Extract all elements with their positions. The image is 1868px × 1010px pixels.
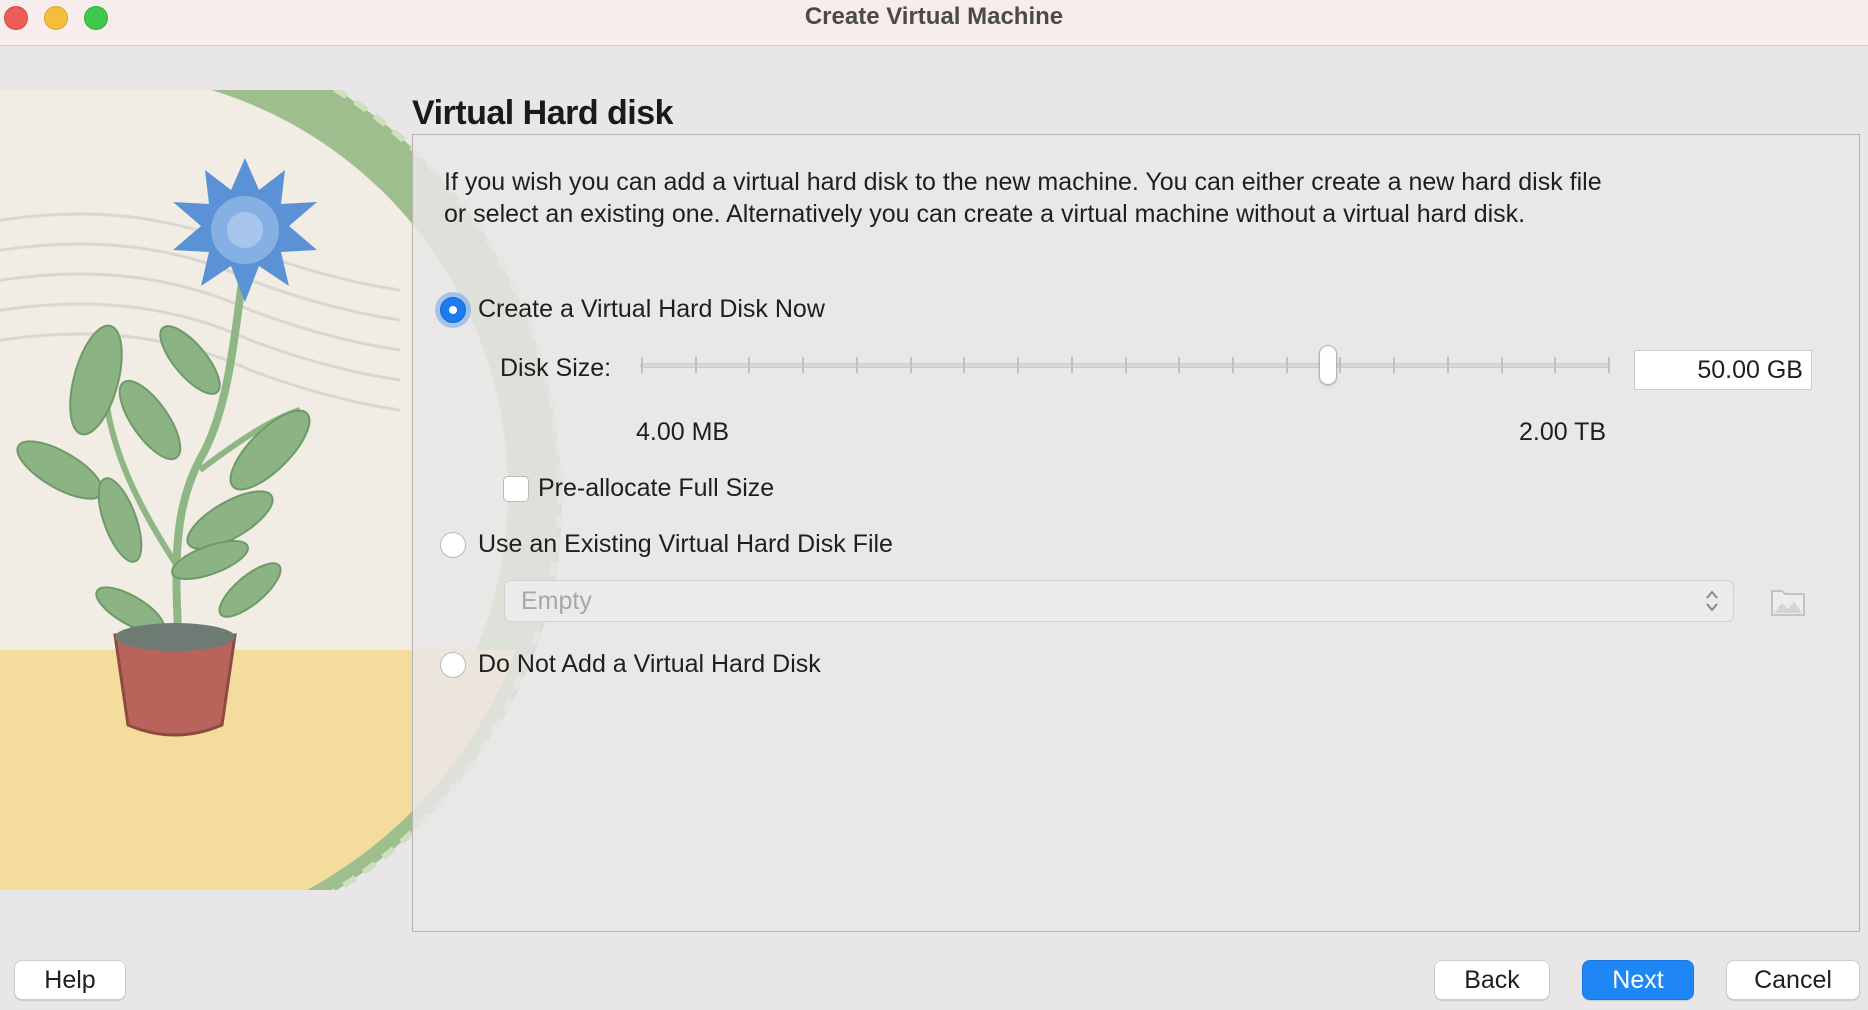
title-bar: Create Virtual Machine: [0, 0, 1868, 46]
slider-tick: [909, 357, 912, 373]
disk-size-max-label: 2.00 TB: [1519, 418, 1607, 446]
create-now-label[interactable]: Create a Virtual Hard Disk Now: [478, 295, 825, 324]
folder-icon[interactable]: [1770, 585, 1806, 617]
slider-tick: [1070, 357, 1073, 373]
disk-size-min-label: 4.00 MB: [636, 418, 730, 446]
cancel-button[interactable]: Cancel: [1726, 960, 1860, 1000]
slider-tick: [1554, 357, 1557, 373]
preallocate-label[interactable]: Pre-allocate Full Size: [538, 474, 774, 503]
use-existing-label[interactable]: Use an Existing Virtual Hard Disk File: [478, 530, 893, 559]
slider-tick: [1231, 357, 1234, 373]
slider-tick: [1393, 357, 1396, 373]
disk-size-slider-thumb[interactable]: [1318, 345, 1337, 385]
slider-tick: [748, 357, 751, 373]
page-title: Virtual Hard disk: [412, 94, 674, 132]
existing-disk-select[interactable]: Empty: [504, 580, 1734, 622]
disk-size-label: Disk Size:: [500, 354, 612, 382]
slider-tick: [1285, 357, 1288, 373]
preallocate-checkbox[interactable]: [503, 476, 529, 502]
slider-tick: [1017, 357, 1020, 373]
slider-tick: [1608, 357, 1610, 373]
do-not-add-label[interactable]: Do Not Add a Virtual Hard Disk: [478, 650, 821, 679]
slider-tick: [963, 357, 966, 373]
disk-size-input[interactable]: [1634, 350, 1812, 390]
slider-tick: [855, 357, 858, 373]
slider-tick: [1178, 357, 1181, 373]
description-text: If you wish you can add a virtual hard d…: [444, 168, 1602, 228]
back-button[interactable]: Back: [1434, 960, 1550, 1000]
slider-tick: [1124, 357, 1127, 373]
do-not-add-radio[interactable]: [440, 652, 466, 678]
updown-chevron-icon: [1706, 590, 1718, 612]
slider-tick: [802, 357, 805, 373]
next-button[interactable]: Next: [1582, 960, 1694, 1000]
existing-disk-select-value: Empty: [521, 587, 592, 615]
window-title: Create Virtual Machine: [804, 3, 1064, 30]
use-existing-radio[interactable]: [440, 532, 466, 558]
slider-tick: [694, 357, 697, 373]
create-now-radio[interactable]: [440, 297, 466, 323]
help-button[interactable]: Help: [14, 960, 126, 1000]
slider-tick: [1500, 357, 1503, 373]
slider-tick: [1446, 357, 1449, 373]
slider-tick: [641, 357, 643, 373]
slider-tick: [1339, 357, 1342, 373]
